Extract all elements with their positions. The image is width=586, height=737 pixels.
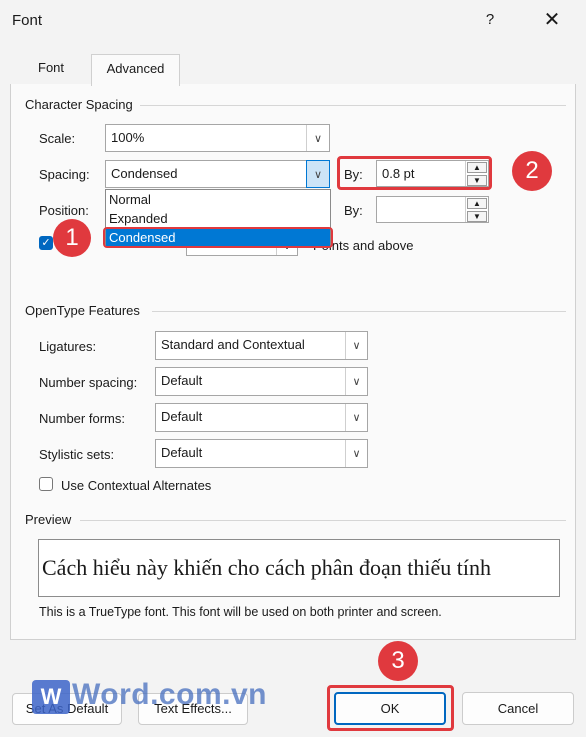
stylistic-sets-dropdown-button[interactable]: ∨ xyxy=(345,440,367,467)
dialog-title: Font xyxy=(12,12,43,29)
dropdown-option-expanded[interactable]: Expanded xyxy=(106,209,330,228)
chevron-down-icon: ∨ xyxy=(352,376,361,388)
spacing-dropdown-button[interactable]: ∨ xyxy=(306,160,330,188)
preview-box: Cách hiểu này khiến cho cách phân đoạn t… xyxy=(38,539,560,597)
position-by-spinner[interactable]: ▲ ▼ xyxy=(465,197,488,222)
spin-up-icon[interactable]: ▲ xyxy=(467,198,487,209)
annotation-highlight-by xyxy=(337,156,492,190)
chevron-down-icon: ∨ xyxy=(352,412,361,424)
number-spacing-label: Number spacing: xyxy=(39,375,138,390)
preview-sample-text: Cách hiểu này khiến cho cách phân đoạn t… xyxy=(42,555,492,580)
number-forms-value: Default xyxy=(161,409,203,424)
opentype-divider xyxy=(152,311,566,312)
number-forms-combobox[interactable]: Default xyxy=(155,403,368,432)
number-spacing-dropdown-button[interactable]: ∨ xyxy=(345,368,367,395)
contextual-alternates-label: Use Contextual Alternates xyxy=(61,478,212,493)
character-spacing-divider xyxy=(140,105,566,106)
spacing-combobox[interactable]: Condensed xyxy=(105,160,330,188)
ligatures-combobox[interactable]: Standard and Contextual xyxy=(155,331,368,360)
stylistic-sets-value: Default xyxy=(161,445,203,460)
position-by-label: By: xyxy=(344,203,363,218)
ligatures-value: Standard and Contextual xyxy=(161,337,305,352)
annotation-badge-2: 2 xyxy=(512,151,552,191)
scale-label: Scale: xyxy=(39,131,76,146)
stylistic-sets-label: Stylistic sets: xyxy=(39,447,115,462)
preview-note: This is a TrueType font. This font will … xyxy=(39,605,442,619)
chevron-down-icon: ∨ xyxy=(313,168,323,181)
annotation-badge-3: 3 xyxy=(378,641,418,681)
stylistic-sets-combobox[interactable]: Default xyxy=(155,439,368,468)
opentype-title: OpenType Features xyxy=(25,303,140,318)
checkmark-icon: ✓ xyxy=(41,237,51,249)
scale-dropdown-button[interactable]: ∨ xyxy=(306,125,329,151)
number-spacing-combobox[interactable]: Default xyxy=(155,367,368,396)
scale-combobox[interactable]: 100% xyxy=(105,124,330,152)
kerning-checkbox[interactable]: ✓ xyxy=(39,236,53,250)
tab-advanced[interactable]: Advanced xyxy=(91,54,180,86)
number-forms-label: Number forms: xyxy=(39,411,125,426)
spacing-label: Spacing: xyxy=(39,167,90,182)
word-logo-icon: W xyxy=(32,680,70,714)
annotation-highlight-ok xyxy=(327,685,454,731)
spacing-value: Condensed xyxy=(111,166,178,181)
preview-title: Preview xyxy=(25,512,72,527)
cancel-button[interactable]: Cancel xyxy=(462,692,574,725)
annotation-highlight-condensed xyxy=(103,227,333,248)
number-forms-dropdown-button[interactable]: ∨ xyxy=(345,404,367,431)
character-spacing-title: Character Spacing xyxy=(25,97,133,112)
close-button[interactable]: ✕ xyxy=(538,6,566,34)
tab-font[interactable]: Font xyxy=(24,54,78,84)
contextual-alternates-checkbox[interactable] xyxy=(39,477,53,491)
ligatures-dropdown-button[interactable]: ∨ xyxy=(345,332,367,359)
spin-down-icon[interactable]: ▼ xyxy=(467,211,487,222)
preview-divider xyxy=(80,520,566,521)
number-spacing-value: Default xyxy=(161,373,203,388)
ligatures-label: Ligatures: xyxy=(39,339,97,354)
watermark-text: Word.com.vn xyxy=(72,678,267,711)
annotation-badge-1: 1 xyxy=(53,219,91,257)
help-button[interactable]: ? xyxy=(476,6,504,34)
position-label: Position: xyxy=(39,203,89,218)
chevron-down-icon: ∨ xyxy=(352,448,361,460)
chevron-down-icon: ∨ xyxy=(313,132,323,145)
chevron-down-icon: ∨ xyxy=(352,340,361,352)
scale-value: 100% xyxy=(111,130,145,145)
dropdown-option-normal[interactable]: Normal xyxy=(106,190,330,209)
